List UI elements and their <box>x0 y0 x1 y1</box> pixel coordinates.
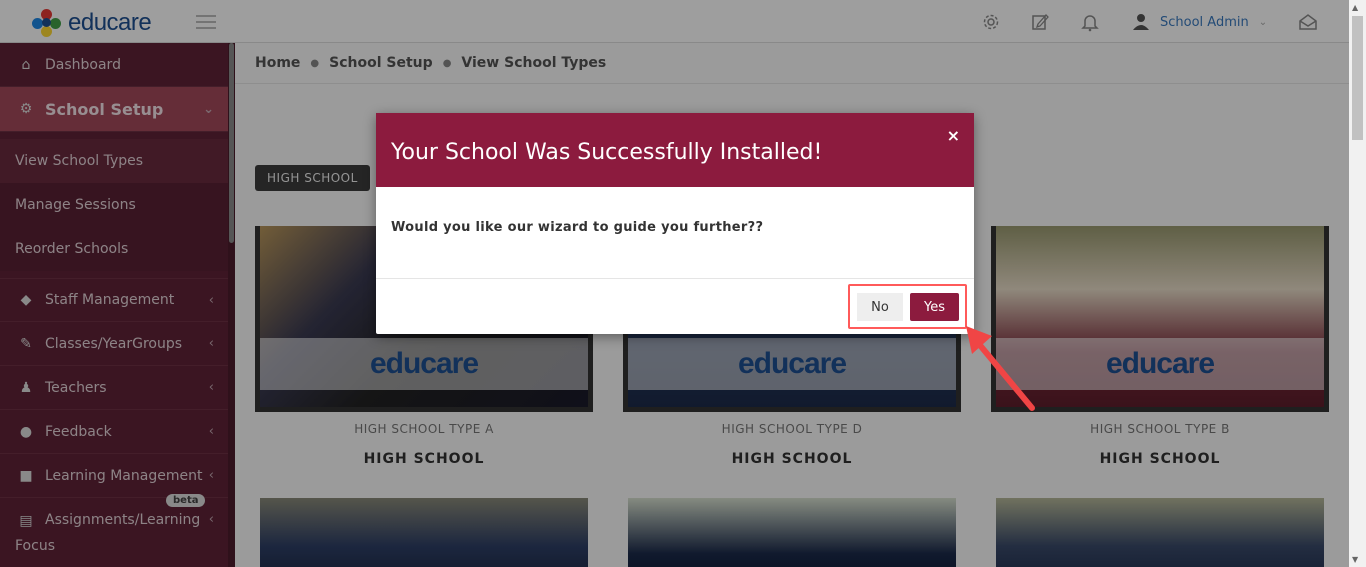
modal-header: Your School Was Successfully Installed! … <box>376 113 974 187</box>
modal-body: Would you like our wizard to guide you f… <box>376 187 974 279</box>
highlight-box <box>848 284 967 329</box>
scroll-up-icon[interactable]: ▲ <box>1352 3 1358 12</box>
scroll-down-icon[interactable]: ▼ <box>1352 555 1358 564</box>
annotation-arrow <box>966 326 1035 411</box>
modal-title: Your School Was Successfully Installed! <box>391 140 823 165</box>
close-icon[interactable]: × <box>947 126 960 145</box>
page-scroll-thumb[interactable] <box>1352 16 1363 140</box>
modal-question: Would you like our wizard to guide you f… <box>391 220 764 235</box>
